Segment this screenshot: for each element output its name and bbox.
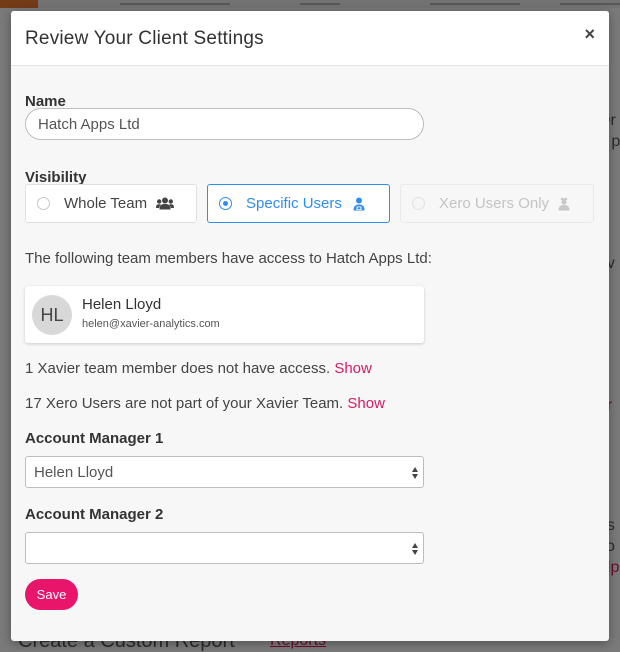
close-button[interactable]: × bbox=[584, 25, 595, 43]
visibility-option-xero-users-only[interactable]: Xero Users Only bbox=[400, 184, 594, 223]
account-manager-2-label: Account Manager 2 bbox=[25, 506, 164, 523]
user-secret-icon bbox=[558, 197, 570, 211]
visibility-option-label: Xero Users Only bbox=[439, 195, 550, 212]
client-settings-modal: Review Your Client Settings × Name Hatch… bbox=[11, 11, 609, 641]
select-arrows-icon bbox=[412, 543, 418, 555]
visibility-option-whole-team[interactable]: Whole Team bbox=[25, 184, 197, 223]
visibility-option-label: Whole Team bbox=[64, 195, 148, 212]
select-arrows-icon bbox=[412, 467, 418, 479]
show-xero-users-link[interactable]: Show bbox=[347, 395, 385, 412]
member-name: Helen Lloyd bbox=[82, 296, 162, 313]
modal-title: Review Your Client Settings bbox=[25, 28, 264, 49]
radio-button-disabled[interactable] bbox=[412, 197, 425, 210]
no-access-text: 1 Xavier team member does not have acces… bbox=[25, 360, 331, 377]
visibility-option-specific-users[interactable]: Specific Users bbox=[207, 184, 390, 223]
user-lock-icon bbox=[353, 197, 365, 211]
account-manager-1-select[interactable]: Helen Lloyd bbox=[25, 456, 424, 488]
radio-button-selected[interactable] bbox=[219, 197, 232, 210]
member-email: helen@xavier-analytics.com bbox=[82, 318, 220, 330]
no-access-notice: 1 Xavier team member does not have acces… bbox=[25, 360, 372, 377]
users-icon bbox=[156, 197, 175, 210]
show-no-access-link[interactable]: Show bbox=[334, 360, 372, 377]
xero-users-notice: 17 Xero Users are not part of your Xavie… bbox=[25, 395, 385, 412]
name-input[interactable]: Hatch Apps Ltd bbox=[25, 108, 424, 140]
account-manager-1-label: Account Manager 1 bbox=[25, 430, 164, 447]
save-button[interactable]: Save bbox=[25, 579, 78, 610]
xero-users-text: 17 Xero Users are not part of your Xavie… bbox=[25, 395, 344, 412]
member-card: HL Helen Lloyd helen@xavier-analytics.co… bbox=[25, 286, 424, 343]
radio-button[interactable] bbox=[37, 197, 50, 210]
avatar: HL bbox=[32, 295, 72, 335]
visibility-option-label: Specific Users bbox=[246, 195, 342, 212]
modal-header: Review Your Client Settings × bbox=[11, 11, 609, 66]
access-description: The following team members have access t… bbox=[25, 250, 432, 267]
account-manager-2-select[interactable] bbox=[25, 532, 424, 564]
account-manager-1-value: Helen Lloyd bbox=[34, 463, 114, 481]
name-input-value: Hatch Apps Ltd bbox=[38, 115, 140, 133]
